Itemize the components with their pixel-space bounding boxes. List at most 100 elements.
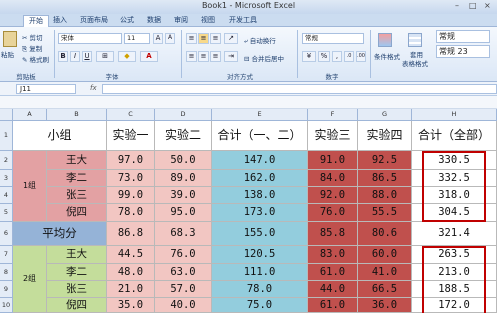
tab-insert[interactable]: 插入: [48, 15, 72, 27]
grow-font-button[interactable]: A: [153, 33, 163, 44]
maximize-button[interactable]: □: [469, 1, 477, 10]
column-header-d[interactable]: D: [155, 109, 212, 121]
column-header-a[interactable]: A: [13, 109, 47, 121]
align-bottom-button[interactable]: ≡: [210, 33, 221, 44]
group1-sum12-cell[interactable]: 173.0: [212, 204, 308, 222]
tab-home[interactable]: 开始: [23, 15, 49, 27]
group1-exp2-cell[interactable]: 50.0: [155, 151, 212, 170]
align-right-button[interactable]: ≡: [210, 51, 221, 62]
group1-exp2-cell[interactable]: 89.0: [155, 170, 212, 187]
group2-exp2-cell[interactable]: 57.0: [155, 281, 212, 298]
group1-sum12-cell[interactable]: 162.0: [212, 170, 308, 187]
style-normal-23[interactable]: 常规 23: [436, 45, 490, 58]
align-center-button[interactable]: ≡: [198, 51, 209, 62]
select-all-corner[interactable]: [0, 109, 13, 121]
row-header-9[interactable]: 9: [0, 281, 13, 298]
group1-name-cell[interactable]: 王大: [47, 151, 107, 170]
group1-sum12-cell[interactable]: 138.0: [212, 187, 308, 204]
tab-developer[interactable]: 开发工具: [224, 15, 262, 27]
formula-input[interactable]: [102, 84, 497, 94]
font-color-button[interactable]: A: [140, 51, 158, 62]
average-exp2-cell[interactable]: 68.3: [155, 222, 212, 246]
group2-exp3-cell[interactable]: 83.0: [308, 246, 358, 264]
align-middle-button[interactable]: ≡: [198, 33, 209, 44]
group1-exp4-cell[interactable]: 92.5: [358, 151, 412, 170]
tab-formulas[interactable]: 公式: [115, 15, 139, 27]
decrease-decimal-button[interactable]: .00: [356, 51, 366, 62]
column-header-e[interactable]: E: [212, 109, 308, 121]
group2-sum12-cell[interactable]: 111.0: [212, 264, 308, 281]
group1-exp2-cell[interactable]: 95.0: [155, 204, 212, 222]
group2-exp4-cell[interactable]: 41.0: [358, 264, 412, 281]
average-label[interactable]: 平均分: [13, 222, 107, 246]
italic-button[interactable]: I: [70, 51, 80, 62]
comma-button[interactable]: ,: [332, 51, 342, 62]
group1-exp1-cell[interactable]: 97.0: [107, 151, 155, 170]
group2-exp1-cell[interactable]: 35.0: [107, 298, 155, 313]
merge-center-button[interactable]: ⊟ 合并后居中: [244, 53, 284, 63]
group1-exp4-cell[interactable]: 88.0: [358, 187, 412, 204]
increase-decimal-button[interactable]: .0: [344, 51, 354, 62]
average-sum12-cell[interactable]: 155.0: [212, 222, 308, 246]
header-exp4[interactable]: 实验四: [358, 121, 412, 151]
group1-exp3-cell[interactable]: 91.0: [308, 151, 358, 170]
group2-exp3-cell[interactable]: 61.0: [308, 264, 358, 281]
group1-label[interactable]: 1组: [13, 151, 47, 222]
column-header-f[interactable]: F: [308, 109, 358, 121]
group2-exp4-cell[interactable]: 36.0: [358, 298, 412, 313]
group2-sum12-cell[interactable]: 78.0: [212, 281, 308, 298]
table-format-label-2[interactable]: 表格格式: [402, 58, 428, 68]
currency-button[interactable]: ¥: [302, 51, 316, 62]
bold-button[interactable]: B: [58, 51, 68, 62]
group1-exp2-cell[interactable]: 39.0: [155, 187, 212, 204]
header-exp1[interactable]: 实验一: [107, 121, 155, 151]
group2-exp4-cell[interactable]: 60.0: [358, 246, 412, 264]
wrap-text-button[interactable]: ⤶ 自动换行: [244, 35, 276, 46]
align-top-button[interactable]: ≡: [186, 33, 197, 44]
group2-exp2-cell[interactable]: 76.0: [155, 246, 212, 264]
group2-sum12-cell[interactable]: 75.0: [212, 298, 308, 313]
group2-name-cell[interactable]: 李二: [47, 264, 107, 281]
group1-exp1-cell[interactable]: 78.0: [107, 204, 155, 222]
tab-view[interactable]: 视图: [196, 15, 220, 27]
percent-button[interactable]: %: [318, 51, 330, 62]
number-format-select[interactable]: 常规: [302, 33, 364, 44]
group1-name-cell[interactable]: 李二: [47, 170, 107, 187]
indent-button[interactable]: ⇥: [224, 51, 238, 62]
group1-exp4-cell[interactable]: 86.5: [358, 170, 412, 187]
group1-exp1-cell[interactable]: 73.0: [107, 170, 155, 187]
group1-exp3-cell[interactable]: 84.0: [308, 170, 358, 187]
name-box[interactable]: J11: [16, 84, 76, 94]
group2-exp1-cell[interactable]: 21.0: [107, 281, 155, 298]
conditional-format-button[interactable]: 条件格式: [374, 51, 400, 61]
close-button[interactable]: ×: [484, 1, 491, 10]
group2-exp1-cell[interactable]: 44.5: [107, 246, 155, 264]
group1-exp3-cell[interactable]: 92.0: [308, 187, 358, 204]
average-exp4-cell[interactable]: 80.6: [358, 222, 412, 246]
tab-page-layout[interactable]: 页面布局: [75, 15, 113, 27]
group1-exp4-cell[interactable]: 55.5: [358, 204, 412, 222]
cut-button[interactable]: ✂ 剪切: [22, 32, 43, 42]
underline-button[interactable]: U: [82, 51, 92, 62]
style-normal[interactable]: 常规: [436, 30, 490, 43]
group2-name-cell[interactable]: 张三: [47, 281, 107, 298]
group2-exp4-cell[interactable]: 66.5: [358, 281, 412, 298]
group2-exp3-cell[interactable]: 61.0: [308, 298, 358, 313]
group2-label[interactable]: 2组: [13, 246, 47, 313]
group2-sum12-cell[interactable]: 120.5: [212, 246, 308, 264]
row-header-4[interactable]: 4: [0, 187, 13, 204]
row-header-2[interactable]: 2: [0, 151, 13, 170]
minimize-button[interactable]: –: [455, 1, 459, 10]
shrink-font-button[interactable]: A: [165, 33, 175, 44]
row-header-5[interactable]: 5: [0, 204, 13, 222]
column-header-h[interactable]: H: [412, 109, 497, 121]
group1-name-cell[interactable]: 张三: [47, 187, 107, 204]
group2-exp3-cell[interactable]: 44.0: [308, 281, 358, 298]
group1-sum12-cell[interactable]: 147.0: [212, 151, 308, 170]
orientation-button[interactable]: ↗: [224, 33, 238, 44]
group2-exp1-cell[interactable]: 48.0: [107, 264, 155, 281]
row-header-7[interactable]: 7: [0, 246, 13, 264]
header-group[interactable]: 小组: [13, 121, 107, 151]
row-header-3[interactable]: 3: [0, 170, 13, 187]
average-exp1-cell[interactable]: 86.8: [107, 222, 155, 246]
